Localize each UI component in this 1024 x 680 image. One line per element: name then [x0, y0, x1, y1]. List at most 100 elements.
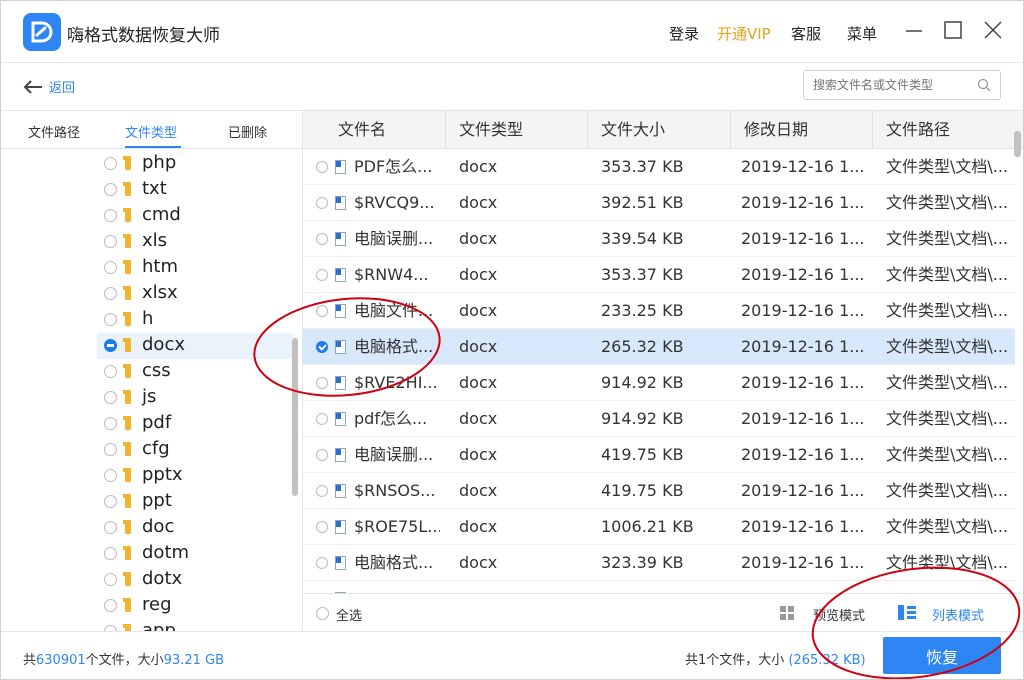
radio-icon[interactable] [104, 313, 117, 326]
grid-view-icon[interactable] [780, 606, 794, 620]
radio-icon[interactable] [104, 469, 117, 482]
tree-item[interactable]: pdf [97, 411, 293, 437]
tree-item[interactable]: app [97, 619, 293, 631]
radio-icon[interactable] [104, 573, 117, 586]
radio-icon[interactable] [104, 495, 117, 508]
column-header-path[interactable]: 文件路径 [873, 111, 1023, 149]
tree-item[interactable]: cmd [97, 203, 293, 229]
minimize-icon[interactable] [903, 19, 925, 41]
table-row[interactable]: pdf怎么... docx 914.92 KB 2019-12-16 1... 文件类型… [303, 401, 1015, 437]
tab-file-path[interactable]: 文件路径 [28, 122, 80, 141]
radio-icon[interactable] [316, 197, 328, 209]
column-header-date[interactable]: 修改日期 [731, 111, 873, 149]
partial-check-icon[interactable] [104, 339, 117, 352]
tree-item[interactable]: xlsx [97, 281, 293, 307]
tree-item[interactable]: css [97, 359, 293, 385]
radio-icon[interactable] [316, 305, 328, 317]
menu-button[interactable]: 菜单 [847, 23, 877, 44]
search-input[interactable] [803, 70, 1001, 100]
column-header-size[interactable]: 文件大小 [588, 111, 731, 149]
vip-button[interactable]: 开通VIP [717, 23, 771, 44]
folder-icon [123, 416, 131, 430]
cell-path: 文件类型\文档\... [886, 265, 1009, 284]
tab-file-type[interactable]: 文件类型 [125, 122, 177, 141]
tree-scrollbar[interactable] [292, 338, 298, 496]
preview-mode-button[interactable]: 预览模式 [813, 605, 865, 624]
file-type-tree: php txt cmd xls htm xlsx h docx css js p… [1, 149, 302, 631]
table-row-selected[interactable]: 电脑格式... docx 265.32 KB 2019-12-16 1... 文件类型\… [303, 329, 1015, 365]
cell-date: 2019-12-16 1... [741, 301, 865, 320]
table-row[interactable]: PDF怎么... docx 353.37 KB 2019-12-16 1... 文件类型… [303, 149, 1015, 185]
tree-item[interactable]: reg [97, 593, 293, 619]
recover-button[interactable]: 恢复 [883, 637, 1001, 674]
radio-icon[interactable] [316, 233, 328, 245]
radio-icon[interactable] [104, 521, 117, 534]
tree-item[interactable]: txt [97, 177, 293, 203]
file-table: 文件名 文件类型 文件大小 修改日期 文件路径 PDF怎么... docx 353.… [303, 111, 1023, 631]
select-all-radio-icon[interactable] [316, 607, 329, 620]
docx-file-icon [335, 196, 346, 210]
table-row[interactable]: 电脑格式... docx 323.39 KB 2019-12-16 1... 文件类型\… [303, 545, 1015, 581]
table-row[interactable]: 电脑误删... docx 339.54 KB 2019-12-16 1... 文件类型\… [303, 221, 1015, 257]
radio-icon[interactable] [316, 269, 328, 281]
select-all-button[interactable]: 全选 [336, 605, 362, 624]
table-row-partial[interactable] [303, 581, 1015, 593]
radio-icon[interactable] [104, 365, 117, 378]
radio-icon[interactable] [316, 161, 328, 173]
total-prefix: 共 [23, 653, 37, 668]
docx-file-icon [335, 304, 346, 318]
tree-item[interactable]: doc [97, 515, 293, 541]
radio-icon[interactable] [316, 557, 328, 569]
maximize-icon[interactable] [942, 19, 964, 41]
cell-path: 文件类型\文档\... [886, 481, 1009, 500]
radio-icon[interactable] [104, 287, 117, 300]
radio-icon[interactable] [316, 521, 328, 533]
table-row[interactable]: $RVE2HI... docx 914.92 KB 2019-12-16 1... 文件… [303, 365, 1015, 401]
radio-icon[interactable] [104, 599, 117, 612]
table-row[interactable]: $RVCQ9... docx 392.51 KB 2019-12-16 1... 文件类… [303, 185, 1015, 221]
tree-item[interactable]: dotm [97, 541, 293, 567]
tree-item[interactable]: dotx [97, 567, 293, 593]
docx-file-icon [335, 160, 346, 174]
column-header-name[interactable]: 文件名 [303, 111, 446, 149]
tree-item[interactable]: h [97, 307, 293, 333]
service-button[interactable]: 客服 [791, 23, 821, 44]
table-row[interactable]: 电脑误删... docx 419.75 KB 2019-12-16 1... 文件类型\… [303, 437, 1015, 473]
cell-date: 2019-12-16 1... [741, 265, 865, 284]
tree-item[interactable]: xls [97, 229, 293, 255]
column-header-type[interactable]: 文件类型 [446, 111, 588, 149]
tree-item[interactable]: cfg [97, 437, 293, 463]
tree-item[interactable]: htm [97, 255, 293, 281]
search-icon[interactable] [977, 78, 991, 92]
radio-icon[interactable] [104, 157, 117, 170]
list-view-icon[interactable] [898, 605, 916, 620]
tab-deleted[interactable]: 已删除 [228, 122, 267, 141]
list-mode-button[interactable]: 列表模式 [932, 605, 984, 624]
radio-icon[interactable] [104, 261, 117, 274]
radio-icon[interactable] [104, 443, 117, 456]
close-icon[interactable] [982, 19, 1004, 41]
tree-item[interactable]: pptx [97, 463, 293, 489]
radio-icon[interactable] [104, 391, 117, 404]
radio-icon[interactable] [316, 413, 328, 425]
radio-icon[interactable] [316, 485, 328, 497]
radio-icon[interactable] [104, 209, 117, 222]
radio-icon[interactable] [316, 449, 328, 461]
radio-icon[interactable] [104, 183, 117, 196]
table-row[interactable]: 电脑文件... docx 233.25 KB 2019-12-16 1... 文件类型\… [303, 293, 1015, 329]
tree-item[interactable]: js [97, 385, 293, 411]
table-row[interactable]: $ROE75L... docx 1006.21 KB 2019-12-16 1... 文… [303, 509, 1015, 545]
table-row[interactable]: $RNW4... docx 353.37 KB 2019-12-16 1... 文件类型… [303, 257, 1015, 293]
radio-icon[interactable] [104, 547, 117, 560]
tree-item-selected[interactable]: docx [97, 333, 293, 359]
checked-radio-icon[interactable] [316, 341, 328, 353]
cell-name: $RVCQ9... [354, 193, 435, 212]
tree-item[interactable]: ppt [97, 489, 293, 515]
radio-icon[interactable] [104, 417, 117, 430]
login-button[interactable]: 登录 [669, 23, 699, 44]
back-button[interactable]: 返回 [23, 77, 75, 96]
radio-icon[interactable] [104, 235, 117, 248]
tree-item[interactable]: php [97, 151, 293, 177]
radio-icon[interactable] [316, 377, 328, 389]
table-row[interactable]: $RNSOS... docx 419.75 KB 2019-12-16 1... 文件类… [303, 473, 1015, 509]
